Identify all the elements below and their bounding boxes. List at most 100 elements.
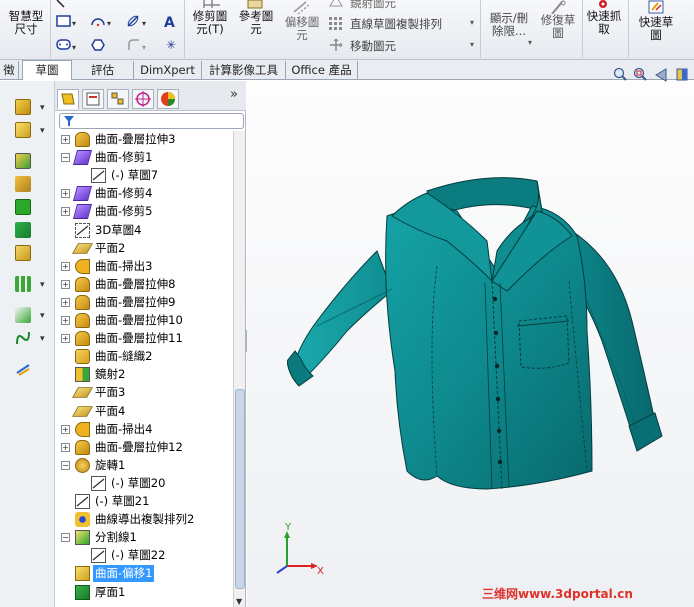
chevron-down-icon[interactable]: ▾: [470, 18, 478, 26]
repair-sketch-button[interactable]: 修復草 圖: [536, 14, 580, 40]
zoom-to-area-icon[interactable]: [633, 67, 648, 82]
tree-item[interactable]: + 曲面-掃出3: [55, 258, 233, 275]
expand-icon[interactable]: +: [61, 261, 70, 271]
tree-item[interactable]: 曲線導出複製排列2: [55, 511, 233, 528]
previous-view-icon[interactable]: [654, 67, 669, 82]
tree-item[interactable]: 厚面1: [55, 584, 233, 601]
linear-pattern-label[interactable]: 直線草圖複製排列: [350, 16, 442, 32]
smart-dimension-button[interactable]: 智慧型 尺寸: [4, 6, 48, 36]
tree-item[interactable]: 3D草圖4: [55, 222, 233, 239]
expand-icon[interactable]: +: [61, 316, 70, 325]
chevron-down-icon[interactable]: ▾: [528, 38, 536, 46]
tree-item[interactable]: (-) 草圖21: [55, 493, 233, 510]
tree-item[interactable]: − 旋轉1: [55, 457, 233, 474]
tab-office-products[interactable]: Office 產品: [286, 61, 358, 79]
reference-geometry-button[interactable]: 參考圖 元: [234, 10, 278, 36]
tree-item[interactable]: + 曲面-疊層拉伸9: [55, 294, 233, 311]
section-view-icon[interactable]: [675, 67, 690, 82]
slot-icon[interactable]: ▾: [55, 38, 77, 52]
tree-filter-input[interactable]: [59, 113, 244, 129]
arc-icon[interactable]: ▾: [90, 14, 112, 28]
tab-dimxpert[interactable]: DimXpert: [134, 61, 202, 79]
pattern-icon[interactable]: [15, 276, 31, 292]
tree-item[interactable]: 曲面-縫織2: [55, 348, 233, 365]
tree-scrollbar-thumb[interactable]: [235, 389, 245, 589]
delete-face-icon[interactable]: [15, 245, 31, 261]
polygon-icon[interactable]: [90, 38, 106, 52]
scroll-down-icon[interactable]: ▼: [236, 597, 242, 606]
quick-snaps-button[interactable]: 快速抓 取: [584, 10, 624, 36]
expand-icon[interactable]: +: [61, 135, 70, 144]
chevron-down-icon[interactable]: ▾: [40, 311, 45, 321]
zoom-to-fit-icon[interactable]: [613, 67, 628, 82]
mirror-feature-icon[interactable]: [15, 307, 31, 323]
chevron-down-icon[interactable]: ▾: [40, 280, 45, 290]
tree-item[interactable]: 平面3: [55, 384, 233, 401]
expand-icon[interactable]: +: [61, 297, 70, 307]
tree-item[interactable]: 鏡射2: [55, 366, 233, 383]
instant3d-icon[interactable]: [15, 361, 31, 377]
point-icon[interactable]: ✳: [164, 38, 178, 52]
tree-item[interactable]: (-) 草圖22: [55, 547, 233, 564]
tree-item[interactable]: 平面4: [55, 403, 233, 420]
tree-item[interactable]: + 曲面-修剪4: [55, 185, 233, 202]
tree-scrollbar[interactable]: ▼: [233, 131, 245, 607]
chevron-down-icon[interactable]: ▾: [470, 40, 478, 48]
property-manager-tab[interactable]: [82, 89, 104, 109]
tree-item[interactable]: + 曲面-疊層拉伸10: [55, 312, 233, 329]
tree-item[interactable]: + 曲面-疊層拉伸8: [55, 276, 233, 293]
expand-icon[interactable]: +: [61, 442, 70, 452]
display-manager-tab[interactable]: [157, 89, 179, 109]
line-icon[interactable]: [54, 0, 72, 8]
expand-icon[interactable]: +: [61, 424, 70, 434]
expand-panel-icon[interactable]: »: [230, 87, 238, 102]
chevron-down-icon[interactable]: ▾: [40, 334, 45, 344]
curves-icon[interactable]: [15, 330, 31, 346]
collapse-icon[interactable]: −: [61, 153, 70, 163]
tab-features[interactable]: 徵: [0, 61, 19, 79]
tree-item[interactable]: + 曲面-疊層拉伸3: [55, 131, 233, 148]
extruded-surface-icon[interactable]: [15, 99, 31, 115]
chevron-down-icon[interactable]: ▾: [40, 103, 45, 113]
move-entities-label[interactable]: 移動圖元: [350, 38, 396, 54]
display-delete-relations-button[interactable]: 顯示/刪 除限...: [484, 12, 534, 38]
feature-tree-tab[interactable]: [57, 89, 79, 109]
collapse-icon[interactable]: −: [61, 460, 70, 470]
tree-item[interactable]: + 曲面-掃出4: [55, 421, 233, 438]
expand-icon[interactable]: +: [61, 189, 70, 199]
dimxpert-manager-tab[interactable]: [132, 89, 154, 109]
tree-item[interactable]: (-) 草圖20: [55, 475, 233, 492]
expand-icon[interactable]: +: [61, 334, 70, 344]
tab-sketch[interactable]: 草圖: [22, 60, 72, 80]
tab-evaluate[interactable]: 評估: [72, 61, 134, 79]
tree-item[interactable]: + 曲面-疊層拉伸12: [55, 439, 233, 456]
expand-icon[interactable]: +: [61, 207, 70, 217]
graphics-area[interactable]: Y X: [247, 67, 694, 607]
spline-icon[interactable]: ▾: [126, 14, 148, 28]
tree-item[interactable]: + 曲面-修剪5: [55, 203, 233, 220]
mirror-entities-label[interactable]: 鏡射圖元: [350, 0, 396, 11]
expand-icon[interactable]: +: [61, 279, 70, 289]
tree-item[interactable]: 平面2: [55, 240, 233, 257]
offset-surface-icon[interactable]: [15, 122, 31, 138]
fill-surface-icon[interactable]: [15, 176, 31, 192]
tree-item[interactable]: − 分割線1: [55, 529, 233, 546]
tab-render-tools[interactable]: 計算影像工具: [202, 61, 286, 79]
rapid-sketch-button[interactable]: 快速草 圖: [634, 16, 678, 42]
text-icon[interactable]: A: [162, 14, 178, 30]
configuration-manager-tab[interactable]: [107, 89, 129, 109]
tree-item[interactable]: 曲面-偏移1: [55, 565, 233, 583]
tree-item[interactable]: (-) 草圖7: [55, 167, 233, 184]
chevron-down-icon[interactable]: ▾: [40, 126, 45, 136]
planar-surface-icon[interactable]: [15, 153, 31, 169]
fillet-icon[interactable]: ▾: [126, 38, 148, 52]
tree-item[interactable]: − 曲面-修剪1: [55, 149, 233, 166]
trim-entities-button[interactable]: 修剪圖 元(T): [188, 10, 232, 36]
collapse-icon[interactable]: −: [61, 533, 70, 543]
shirt-3d-model[interactable]: [287, 171, 677, 511]
tree-item[interactable]: + 曲面-疊層拉伸11: [55, 330, 233, 347]
knit-surface-icon[interactable]: [15, 199, 31, 215]
thicken-icon[interactable]: [15, 222, 31, 238]
offset-entities-button[interactable]: 偏移圖 元: [280, 16, 324, 42]
rectangle-icon[interactable]: ▾: [55, 14, 77, 28]
